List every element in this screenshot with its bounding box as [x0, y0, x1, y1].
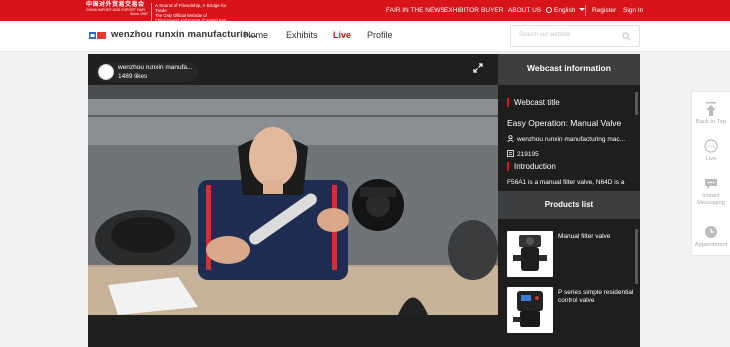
instant-messaging-button[interactable]: Instant Messaging [692, 178, 730, 207]
user-icon [507, 135, 514, 143]
register-link[interactable]: Register [592, 0, 616, 21]
product-image-p-series-valve[interactable] [507, 287, 553, 333]
webcast-title: Easy Operation: Manual Valve [507, 118, 622, 128]
webcast-info-body[interactable]: Webcast title Easy Operation: Manual Val… [498, 85, 640, 191]
nav-buyer[interactable]: BUYER [481, 0, 503, 21]
webcast-id: 219195 [507, 150, 539, 158]
top-bar: 中国对外贸易交易会 CHINA IMPORT AND EXPORT FAIR S… [0, 0, 730, 23]
svg-text:LIVE: LIVE [707, 144, 716, 149]
appointment-button[interactable]: Appointment [692, 225, 730, 249]
likes-count: 1489 likes [118, 72, 148, 80]
product-name[interactable]: P series simple residential control valv… [558, 289, 636, 305]
nav-about-us[interactable]: ABOUT US [508, 0, 541, 21]
control-valve-image [513, 291, 543, 327]
company-nav-bar: wenzhou runxin manufacturin... Home Exhi… [0, 21, 730, 52]
language-selector[interactable]: English [546, 0, 586, 21]
tab-profile[interactable]: Profile [367, 30, 393, 40]
valve-image [513, 235, 547, 271]
sign-in-link[interactable]: Sign In [623, 0, 643, 21]
search-box[interactable]: Search our website [510, 25, 640, 47]
channel-name: wenzhou runxin manufa... [118, 64, 193, 71]
video-scene [88, 85, 498, 315]
tab-live[interactable]: Live [333, 30, 351, 40]
channel-info[interactable]: wenzhou runxin manufa... 1489 likes [96, 62, 198, 82]
id-card-icon [507, 150, 514, 157]
search-input[interactable]: Search our website [519, 32, 570, 38]
introduction-label: Introduction [514, 162, 556, 171]
avatar [98, 64, 114, 80]
webcast-panel: Webcast information Webcast title Easy O… [498, 54, 640, 347]
video-frame[interactable] [88, 85, 498, 315]
introduction-text: F56A1 is a manual filter valve, N64D is … [507, 179, 625, 186]
product-name[interactable]: Manual filter valve [558, 233, 636, 241]
chat-icon [705, 179, 717, 189]
floating-sidebar: Back to Top LIVE Live Instant Messaging … [691, 91, 730, 256]
company-logo-icon [89, 32, 106, 39]
section-marker [507, 162, 509, 171]
canton-fair-logo[interactable]: 中国对外贸易交易会 CHINA IMPORT AND EXPORT FAIR S… [86, 2, 148, 18]
back-to-top-button[interactable]: Back to Top [692, 102, 730, 126]
products-list-header: Products list [498, 191, 640, 219]
webcast-host: wenzhou runxin manufacturing mac... [507, 135, 625, 143]
clock-icon [705, 226, 717, 238]
fullscreen-icon[interactable] [473, 63, 483, 73]
info-scrollbar[interactable] [635, 92, 638, 115]
products-scrollbar[interactable] [635, 229, 638, 284]
live-button[interactable]: LIVE Live [692, 139, 730, 163]
slogan: A Sound of Friendship, A Bridge for Trad… [151, 3, 231, 23]
tab-exhibits[interactable]: Exhibits [286, 30, 318, 40]
live-video-player[interactable]: wenzhou runxin manufa... 1489 likes [88, 54, 498, 347]
tab-home[interactable]: Home [244, 30, 268, 40]
search-icon[interactable] [622, 32, 631, 41]
section-marker [507, 98, 509, 107]
arrow-up-icon [706, 102, 716, 116]
live-icon: LIVE [704, 139, 718, 153]
divider [585, 5, 586, 16]
globe-icon [546, 7, 552, 13]
webcast-info-header: Webcast information [498, 54, 640, 85]
webcast-title-label: Webcast title [514, 98, 560, 107]
nav-exhibitor[interactable]: EXHIBITOR [444, 0, 479, 21]
products-list[interactable]: Manual filter valve P series simple resi… [498, 219, 640, 347]
product-image-manual-filter-valve[interactable] [507, 231, 553, 277]
company-name[interactable]: wenzhou runxin manufacturin... [111, 29, 257, 40]
nav-fair-in-the-news[interactable]: FAIR IN THE NEWS [386, 0, 445, 21]
